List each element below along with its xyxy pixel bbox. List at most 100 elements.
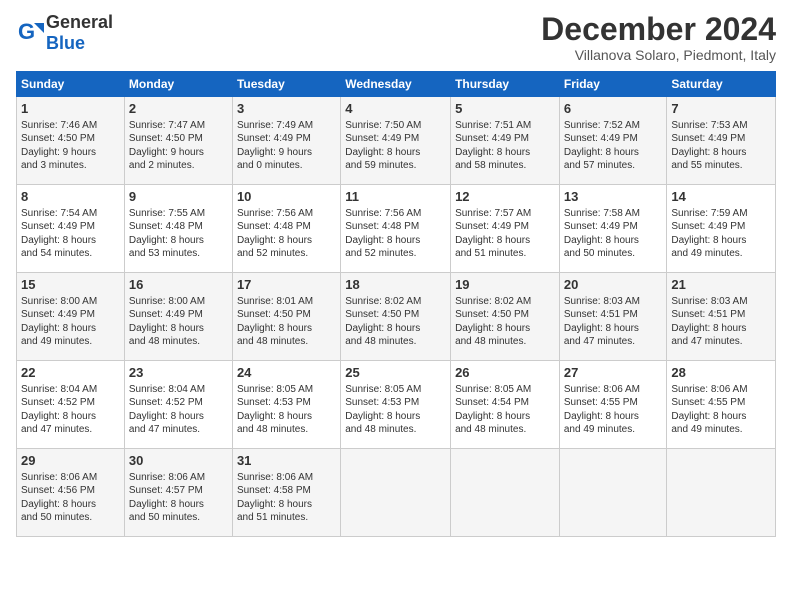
sunset-label: Sunset: 4:49 PM — [564, 221, 638, 232]
day-number: 21 — [671, 276, 771, 294]
daylight-label: Daylight: 8 hoursand 48 minutes. — [129, 323, 204, 348]
sunrise-label: Sunrise: 8:06 AM — [237, 472, 313, 483]
daylight-label: Daylight: 8 hoursand 51 minutes. — [237, 499, 312, 524]
sunset-label: Sunset: 4:49 PM — [564, 133, 638, 144]
sunrise-label: Sunrise: 7:47 AM — [129, 120, 205, 131]
daylight-label: Daylight: 9 hoursand 0 minutes. — [237, 147, 312, 172]
daylight-label: Daylight: 9 hoursand 3 minutes. — [21, 147, 96, 172]
page-container: G General Blue December 2024 Villanova S… — [0, 0, 792, 545]
sunrise-label: Sunrise: 8:01 AM — [237, 296, 313, 307]
daylight-label: Daylight: 8 hoursand 50 minutes. — [21, 499, 96, 524]
sunset-label: Sunset: 4:51 PM — [671, 309, 745, 320]
daylight-label: Daylight: 8 hoursand 54 minutes. — [21, 235, 96, 260]
calendar-cell — [559, 449, 667, 537]
sunrise-label: Sunrise: 8:02 AM — [455, 296, 531, 307]
calendar-cell — [667, 449, 776, 537]
sunset-label: Sunset: 4:49 PM — [21, 309, 95, 320]
day-number: 24 — [237, 364, 336, 382]
daylight-label: Daylight: 8 hoursand 52 minutes. — [237, 235, 312, 260]
sunrise-label: Sunrise: 8:02 AM — [345, 296, 421, 307]
daylight-label: Daylight: 8 hoursand 59 minutes. — [345, 147, 420, 172]
sunset-label: Sunset: 4:48 PM — [345, 221, 419, 232]
sunset-label: Sunset: 4:50 PM — [345, 309, 419, 320]
calendar-week-2: 8 Sunrise: 7:54 AM Sunset: 4:49 PM Daylight… — [17, 185, 776, 273]
daylight-label: Daylight: 8 hoursand 48 minutes. — [345, 411, 420, 436]
calendar-cell: 15Sunrise: 8:00 AMSunset: 4:49 PMDayligh… — [17, 273, 125, 361]
sunrise-label: Sunrise: 7:56 AM — [237, 208, 313, 219]
daylight-label: Daylight: 8 hoursand 47 minutes. — [564, 323, 639, 348]
sunrise-label: Sunrise: 7:46 AM — [21, 120, 97, 131]
header-row: Sunday Monday Tuesday Wednesday Thursday… — [17, 72, 776, 97]
day-number: 26 — [455, 364, 555, 382]
calendar-cell: 29Sunrise: 8:06 AMSunset: 4:56 PMDayligh… — [17, 449, 125, 537]
col-saturday: Saturday — [667, 72, 776, 97]
calendar-cell: 8 Sunrise: 7:54 AM Sunset: 4:49 PM Daylight… — [17, 185, 125, 273]
daylight-label: Daylight: 8 hoursand 48 minutes. — [345, 323, 420, 348]
calendar-cell: 16Sunrise: 8:00 AMSunset: 4:49 PMDayligh… — [124, 273, 232, 361]
sunset-label: Sunset: 4:50 PM — [21, 133, 95, 144]
header: G General Blue December 2024 Villanova S… — [16, 12, 776, 63]
sunset-label: Sunset: 4:55 PM — [564, 397, 638, 408]
sunset-label: Sunset: 4:49 PM — [671, 221, 745, 232]
daylight-label: Daylight: 8 hoursand 49 minutes. — [21, 323, 96, 348]
calendar-cell: 14Sunrise: 7:59 AMSunset: 4:49 PMDayligh… — [667, 185, 776, 273]
sunset-label: Sunset: 4:49 PM — [237, 133, 311, 144]
sunrise-label: Sunrise: 7:53 AM — [671, 120, 747, 131]
day-number: 14 — [671, 188, 771, 206]
sunset-label: Sunset: 4:48 PM — [237, 221, 311, 232]
calendar-cell: 5Sunrise: 7:51 AMSunset: 4:49 PMDaylight… — [451, 97, 560, 185]
calendar-cell: 6 Sunrise: 7:52 AM Sunset: 4:49 PM Daylight… — [559, 97, 667, 185]
sunrise-label: Sunrise: 7:54 AM — [21, 208, 97, 219]
calendar-cell: 18Sunrise: 8:02 AMSunset: 4:50 PMDayligh… — [341, 273, 451, 361]
daylight-label: Daylight: 8 hoursand 57 minutes. — [564, 147, 639, 172]
day-number: 3 — [237, 100, 336, 118]
sunset-label: Sunset: 4:52 PM — [21, 397, 95, 408]
day-number: 6 — [564, 100, 663, 118]
calendar-week-1: 1Sunrise: 7:46 AMSunset: 4:50 PMDaylight… — [17, 97, 776, 185]
sunset-label: Sunset: 4:58 PM — [237, 485, 311, 496]
sunrise-label: Sunrise: 7:52 AM — [564, 120, 640, 131]
calendar-cell: 22Sunrise: 8:04 AMSunset: 4:52 PMDayligh… — [17, 361, 125, 449]
title-block: December 2024 Villanova Solaro, Piedmont… — [541, 12, 776, 63]
day-number: 4 — [345, 100, 446, 118]
day-number: 2 — [129, 100, 228, 118]
sunset-label: Sunset: 4:49 PM — [455, 221, 529, 232]
sunset-label: Sunset: 4:53 PM — [237, 397, 311, 408]
sunset-label: Sunset: 4:49 PM — [21, 221, 95, 232]
day-number: 30 — [129, 452, 228, 470]
location: Villanova Solaro, Piedmont, Italy — [541, 47, 776, 63]
calendar-cell: 12Sunrise: 7:57 AMSunset: 4:49 PMDayligh… — [451, 185, 560, 273]
daylight-label: Daylight: 8 hoursand 58 minutes. — [455, 147, 530, 172]
sunrise-label: Sunrise: 7:57 AM — [455, 208, 531, 219]
daylight-label: Daylight: 8 hoursand 53 minutes. — [129, 235, 204, 260]
calendar-cell: 30Sunrise: 8:06 AMSunset: 4:57 PMDayligh… — [124, 449, 232, 537]
daylight-label: Daylight: 8 hoursand 49 minutes. — [671, 411, 746, 436]
calendar-cell: 2Sunrise: 7:47 AMSunset: 4:50 PMDaylight… — [124, 97, 232, 185]
sunset-label: Sunset: 4:50 PM — [237, 309, 311, 320]
daylight-label: Daylight: 8 hoursand 50 minutes. — [564, 235, 639, 260]
sunset-label: Sunset: 4:51 PM — [564, 309, 638, 320]
sunrise-label: Sunrise: 8:06 AM — [564, 384, 640, 395]
day-number: 31 — [237, 452, 336, 470]
calendar-week-3: 15Sunrise: 8:00 AMSunset: 4:49 PMDayligh… — [17, 273, 776, 361]
sunset-label: Sunset: 4:49 PM — [455, 133, 529, 144]
sunset-label: Sunset: 4:50 PM — [455, 309, 529, 320]
daylight-label: Daylight: 9 hoursand 2 minutes. — [129, 147, 204, 172]
sunset-label: Sunset: 4:55 PM — [671, 397, 745, 408]
svg-text:G: G — [18, 19, 35, 44]
sunset-label: Sunset: 4:52 PM — [129, 397, 203, 408]
day-number: 8 — [21, 188, 120, 206]
sunrise-label: Sunrise: 8:04 AM — [21, 384, 97, 395]
calendar-cell: 10Sunrise: 7:56 AMSunset: 4:48 PMDayligh… — [232, 185, 340, 273]
sunrise-label: Sunrise: 7:56 AM — [345, 208, 421, 219]
sunrise-label: Sunrise: 8:05 AM — [345, 384, 421, 395]
calendar-cell: 31 Sunrise: 8:06 AM Sunset: 4:58 PM Dayligh… — [232, 449, 340, 537]
daylight-label: Daylight: 8 hoursand 48 minutes. — [455, 323, 530, 348]
day-number: 29 — [21, 452, 120, 470]
day-number: 28 — [671, 364, 771, 382]
sunrise-label: Sunrise: 7:50 AM — [345, 120, 421, 131]
calendar-cell: 1Sunrise: 7:46 AMSunset: 4:50 PMDaylight… — [17, 97, 125, 185]
col-sunday: Sunday — [17, 72, 125, 97]
logo-general: General — [46, 12, 113, 32]
day-number: 13 — [564, 188, 663, 206]
